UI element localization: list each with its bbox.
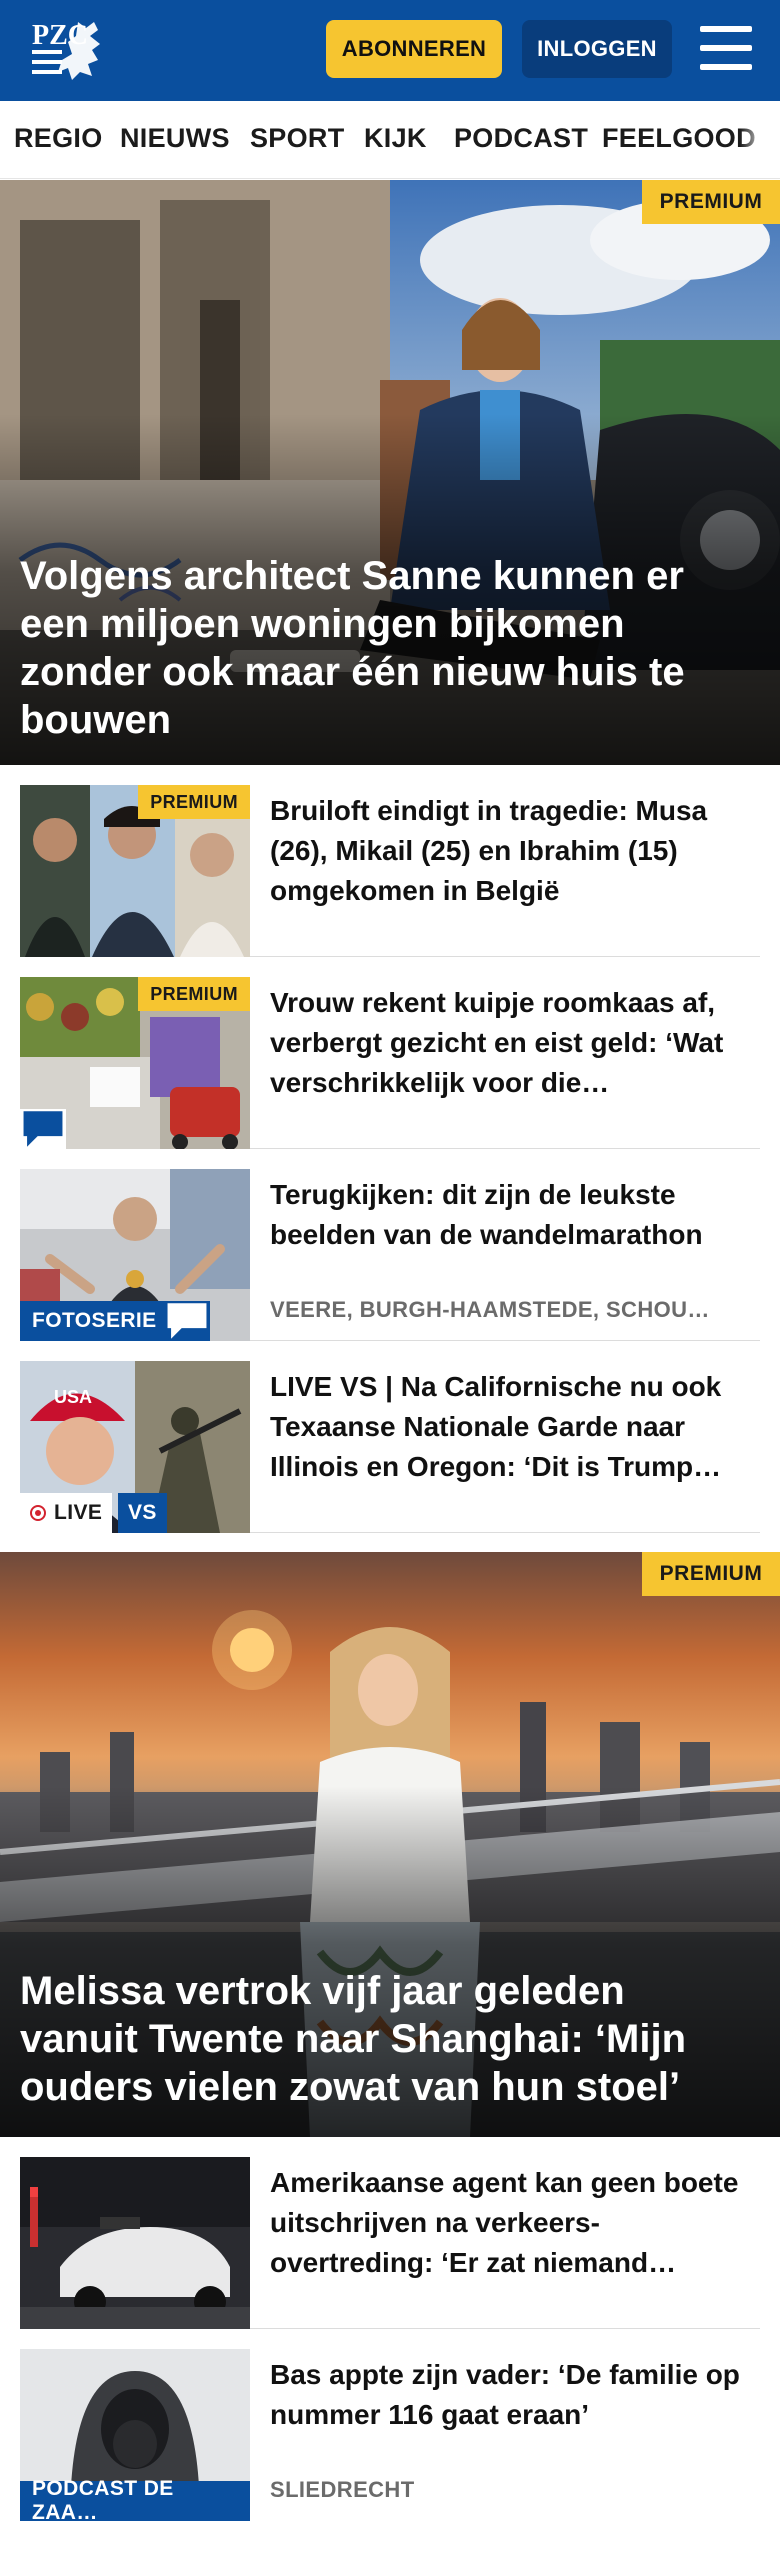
article-item[interactable]: Amerikaanse agent kan geen boete uitschr… bbox=[20, 2137, 760, 2329]
hero-title[interactable]: Melissa vertrok vijf jaar geleden vanuit… bbox=[20, 1967, 740, 2111]
nav-fade bbox=[740, 101, 780, 178]
article-item[interactable]: FOTOSERIE Terugkijken: dit zijn de leuks… bbox=[20, 1149, 760, 1341]
section-nav: REGIO NIEUWS SPORT KIJK PODCAST FEELGOOD… bbox=[0, 101, 780, 179]
nav-item-sport[interactable]: SPORT bbox=[250, 123, 345, 154]
login-button[interactable]: INLOGGEN bbox=[522, 20, 672, 78]
article-title[interactable]: Bas appte zijn vader: ‘De familie op num… bbox=[270, 2355, 750, 2435]
live-badge: LIVE bbox=[20, 1493, 113, 1533]
article-item[interactable]: PREMIUM Bruiloft eindigt in tragedie: Mu… bbox=[20, 765, 760, 957]
photo-series-badge: FOTOSERIE bbox=[20, 1301, 169, 1341]
comments-badge[interactable] bbox=[20, 1109, 66, 1149]
podcast-badge: PODCAST DE ZAA… bbox=[20, 2477, 250, 2521]
article-thumbnail: PREMIUM bbox=[20, 785, 250, 957]
logo-mark-icon: PZC bbox=[32, 20, 100, 80]
hero-article-2[interactable]: PREMIUM Melissa vertrok vijf jaar gelede… bbox=[0, 1552, 780, 2137]
nav-item-regio[interactable]: REGIO bbox=[14, 123, 103, 154]
article-thumbnail: USA LIVE VS bbox=[20, 1361, 250, 1533]
article-thumbnail: FOTOSERIE bbox=[20, 1169, 250, 1341]
article-title[interactable]: Amerikaanse agent kan geen boete uitschr… bbox=[270, 2163, 750, 2283]
nav-item-kijk[interactable]: KIJK bbox=[364, 123, 427, 154]
article-title[interactable]: Bruiloft eindigt in tragedie: Musa (26),… bbox=[270, 791, 750, 911]
podcast-label: PODCAST DE ZAA… bbox=[32, 2477, 174, 2521]
comments-badge[interactable] bbox=[164, 1301, 210, 1341]
live-label: LIVE bbox=[54, 1501, 103, 1524]
vs-label: VS bbox=[128, 1501, 157, 1524]
article-title[interactable]: Vrouw rekent kuipje roomkaas af, verberg… bbox=[270, 983, 750, 1103]
menu-icon[interactable] bbox=[700, 26, 752, 70]
comment-icon bbox=[23, 1111, 63, 1147]
article-item[interactable]: PODCAST DE ZAA… Bas appte zijn vader: ‘D… bbox=[20, 2329, 760, 2521]
nav-item-feelgood[interactable]: FEELGOOD bbox=[602, 123, 756, 154]
pzc-logo[interactable]: PZC bbox=[28, 14, 112, 86]
article-thumbnail bbox=[20, 2157, 250, 2329]
article-item[interactable]: PREMIUM Vrouw rekent kuipje roomkaas af,… bbox=[20, 957, 760, 1149]
subscribe-button[interactable]: ABONNEREN bbox=[326, 20, 502, 78]
nav-item-nieuws[interactable]: NIEUWS bbox=[120, 123, 230, 154]
article-title[interactable]: Terugkijken: dit zijn de leukste beelden… bbox=[270, 1175, 750, 1255]
photo-series-label: FOTOSERIE bbox=[32, 1309, 157, 1332]
article-thumbnail: PREMIUM bbox=[20, 977, 250, 1149]
site-header: PZC ABONNEREN INLOGGEN bbox=[0, 0, 780, 101]
comment-icon bbox=[167, 1303, 207, 1339]
article-title[interactable]: LIVE VS | Na Californische nu ook Texaan… bbox=[270, 1367, 750, 1487]
article-location: SLIEDRECHT bbox=[270, 2477, 415, 2502]
hero-title[interactable]: Volgens architect Sanne kunnen er een mi… bbox=[20, 552, 740, 744]
hero-article-1[interactable]: PREMIUM Volgens architect Sanne kunnen e… bbox=[0, 180, 780, 765]
article-item[interactable]: USA LIVE VS LIVE VS | Na Californische n… bbox=[20, 1341, 760, 1533]
premium-badge: PREMIUM bbox=[642, 180, 780, 224]
vs-badge: VS bbox=[118, 1493, 167, 1533]
article-thumbnail: PODCAST DE ZAA… bbox=[20, 2349, 250, 2521]
premium-badge: PREMIUM bbox=[138, 977, 250, 1011]
thumb-image-police-car bbox=[20, 2157, 250, 2329]
live-dot-icon bbox=[30, 1505, 46, 1521]
premium-badge: PREMIUM bbox=[642, 1552, 780, 1596]
premium-badge: PREMIUM bbox=[138, 785, 250, 819]
article-location: VEERE, BURGH-HAAMSTEDE, SCHOU… bbox=[270, 1297, 710, 1322]
nav-item-podcast[interactable]: PODCAST bbox=[454, 123, 588, 154]
cap-text: USA bbox=[54, 1387, 92, 1407]
